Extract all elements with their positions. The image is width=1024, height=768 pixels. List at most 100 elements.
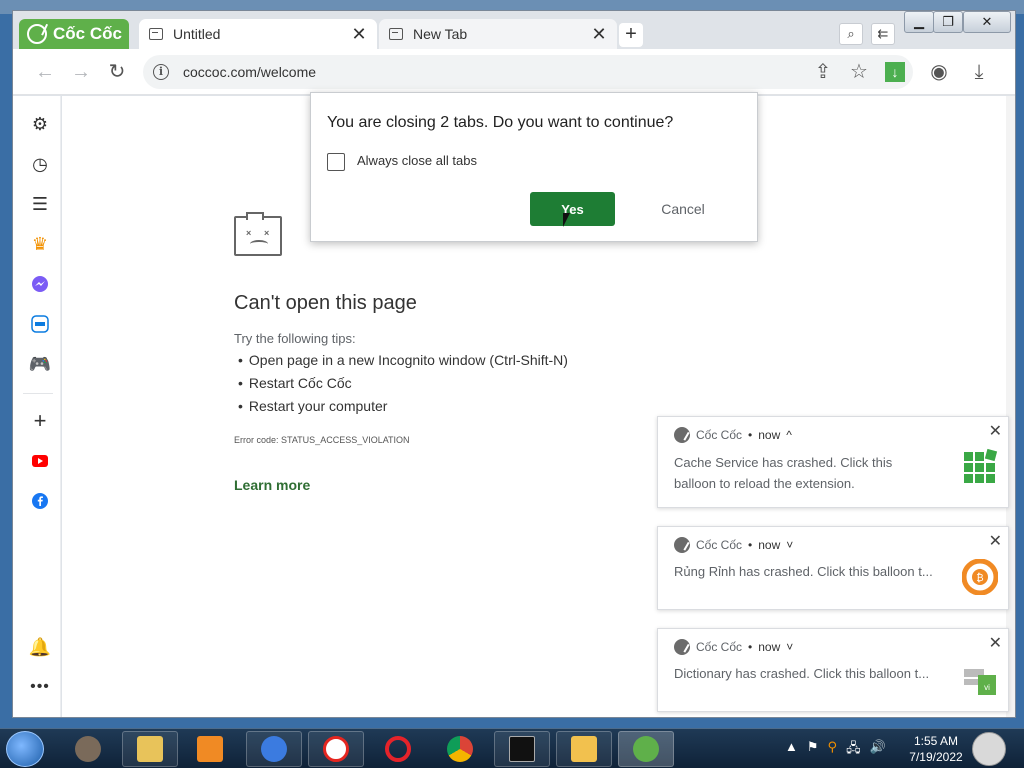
facebook-icon[interactable] <box>29 490 51 512</box>
crown-icon[interactable]: ♛ <box>29 233 51 255</box>
notification-time: now <box>758 640 781 654</box>
clock[interactable]: 1:55 AM 7/19/2022 <box>904 733 968 765</box>
notification-text: Cache Service has crashed. Click this <box>674 455 893 470</box>
avatar[interactable] <box>972 732 1006 766</box>
notification-text: Rủng Rỉnh has crashed. Click this balloo… <box>674 564 933 579</box>
more-options-icon[interactable]: ••• <box>29 676 51 698</box>
dialog-question: You are closing 2 tabs. Do you want to c… <box>327 114 674 131</box>
tray-expand-icon[interactable]: ▲ <box>785 739 798 761</box>
notification-time: now <box>758 428 781 442</box>
coccoc-logo-icon <box>27 24 47 44</box>
media-player-icon <box>197 736 223 762</box>
coin-icon: ₿ <box>962 559 998 595</box>
profile-icon[interactable]: ◉ <box>927 60 951 84</box>
settings-gear-icon[interactable]: ⚙ <box>29 113 51 135</box>
mouse-cursor-icon <box>563 213 570 227</box>
notification-cache-service[interactable]: Cốc Cốc • now ^ ✕ Cache Service has cras… <box>657 416 1009 508</box>
tab-close-icon[interactable]: ✕ <box>591 24 607 45</box>
tab-label: Untitled <box>173 26 221 42</box>
reading-list-icon[interactable]: ☰ <box>29 193 51 215</box>
messenger-icon[interactable] <box>29 273 51 295</box>
taskbar-chrome[interactable] <box>432 731 488 767</box>
expand-caret-icon[interactable]: ˅ <box>786 640 793 654</box>
taskbar-command-prompt[interactable] <box>494 731 550 767</box>
search-icon[interactable]: ⚲ <box>828 739 838 761</box>
list-item: Restart your computer <box>238 395 568 418</box>
downloads-icon[interactable]: ⤓ <box>967 60 991 84</box>
taskbar-file-explorer[interactable] <box>122 731 178 767</box>
taskbar-folder[interactable] <box>556 731 612 767</box>
chrome-icon <box>447 736 473 762</box>
new-tab-button[interactable]: + <box>619 23 643 47</box>
notification-header: Cốc Cốc • now ˅ <box>674 639 793 655</box>
cancel-button[interactable]: Cancel <box>641 192 725 226</box>
sad-folder-eye: × <box>264 228 270 238</box>
url-text[interactable]: coccoc.com/welcome <box>183 64 316 80</box>
close-window-button[interactable]: ✕ <box>963 11 1011 33</box>
reader-mode-icon[interactable]: ⌕ <box>839 23 863 45</box>
sidebar-divider <box>23 393 53 394</box>
site-info-icon[interactable]: i <box>153 64 169 80</box>
expand-caret-icon[interactable]: ˅ <box>786 538 793 552</box>
scrollbar[interactable] <box>1006 96 1015 717</box>
reload-icon[interactable]: ↻ <box>105 60 129 84</box>
clock-date: 7/19/2022 <box>909 750 963 764</box>
taskbar: ▲ ⚑ ⚲ 🖧 🔊 1:55 AM 7/19/2022 <box>0 728 1024 768</box>
system-tray: ▲ ⚑ ⚲ 🖧 🔊 <box>785 739 886 761</box>
always-close-checkbox[interactable] <box>327 153 345 171</box>
tab-untitled[interactable]: Untitled ✕ <box>139 19 377 49</box>
always-close-label[interactable]: Always close all tabs <box>357 153 477 168</box>
tab-search-icon[interactable]: ⇇ <box>871 23 895 45</box>
folder-icon <box>137 736 163 762</box>
bookmark-star-icon[interactable]: ☆ <box>847 60 871 84</box>
notification-close-icon[interactable]: ✕ <box>989 633 1002 653</box>
notification-time: now <box>758 538 781 552</box>
browser-icon <box>261 736 287 762</box>
coccoc-icon <box>633 736 659 762</box>
tab-label: New Tab <box>413 26 468 42</box>
notification-close-icon[interactable]: ✕ <box>989 531 1002 551</box>
youtube-icon[interactable] <box>29 450 51 472</box>
maximize-button[interactable]: ❐ <box>933 11 963 33</box>
start-button[interactable] <box>6 731 44 767</box>
volume-icon[interactable]: 🔊 <box>870 739 886 761</box>
separator-dot: • <box>748 428 753 442</box>
download-extension-icon[interactable]: ↓ <box>885 62 905 82</box>
list-item: Restart Cốc Cốc <box>238 372 568 395</box>
add-sidebar-item-icon[interactable]: + <box>29 408 51 433</box>
expand-caret-icon[interactable]: ^ <box>786 428 792 442</box>
notifications-bell-icon[interactable]: 🔔 <box>29 636 51 658</box>
notification-text: balloon to reload the extension. <box>674 476 855 491</box>
taskbar-media-player[interactable] <box>182 731 238 767</box>
forward-arrow-icon[interactable]: → <box>69 60 93 84</box>
zalo-icon[interactable] <box>29 313 51 335</box>
tab-new-tab[interactable]: New Tab ✕ <box>379 19 617 49</box>
notification-rung-rinh[interactable]: Cốc Cốc • now ˅ ✕ Rủng Rỉnh has crashed.… <box>657 526 1009 610</box>
taskbar-yandex[interactable] <box>308 731 364 767</box>
game-controller-icon[interactable]: 🎮 <box>29 353 51 375</box>
history-icon[interactable]: ◷ <box>29 153 51 175</box>
notification-close-icon[interactable]: ✕ <box>989 421 1002 441</box>
taskbar-raccoon-app[interactable] <box>60 731 116 767</box>
share-icon[interactable]: ⇪ <box>811 60 835 84</box>
yes-button[interactable]: Yes <box>530 192 615 226</box>
learn-more-link[interactable]: Learn more <box>234 477 310 493</box>
minimize-button[interactable]: ▁ <box>904 11 934 33</box>
puzzle-grid-icon <box>964 448 998 483</box>
taskbar-opera[interactable] <box>370 731 426 767</box>
clock-time: 1:55 AM <box>913 734 959 748</box>
network-icon[interactable]: 🖧 <box>846 739 861 761</box>
address-bar[interactable]: i coccoc.com/welcome <box>143 55 913 89</box>
flag-icon[interactable]: ⚑ <box>807 739 819 761</box>
notification-dictionary[interactable]: Cốc Cốc • now ˅ ✕ Dictionary has crashed… <box>657 628 1009 712</box>
separator-dot: • <box>748 640 753 654</box>
back-arrow-icon[interactable]: ← <box>33 60 57 84</box>
sad-folder-mouth <box>250 240 268 248</box>
taskbar-coccoc[interactable] <box>618 731 674 767</box>
coccoc-app-icon <box>674 427 690 443</box>
raccoon-icon <box>75 736 101 762</box>
taskbar-blue-browser[interactable] <box>246 731 302 767</box>
coccoc-menu-button[interactable]: Cốc Cốc <box>19 19 129 49</box>
yandex-icon <box>323 736 349 762</box>
tab-close-icon[interactable]: ✕ <box>351 24 367 45</box>
